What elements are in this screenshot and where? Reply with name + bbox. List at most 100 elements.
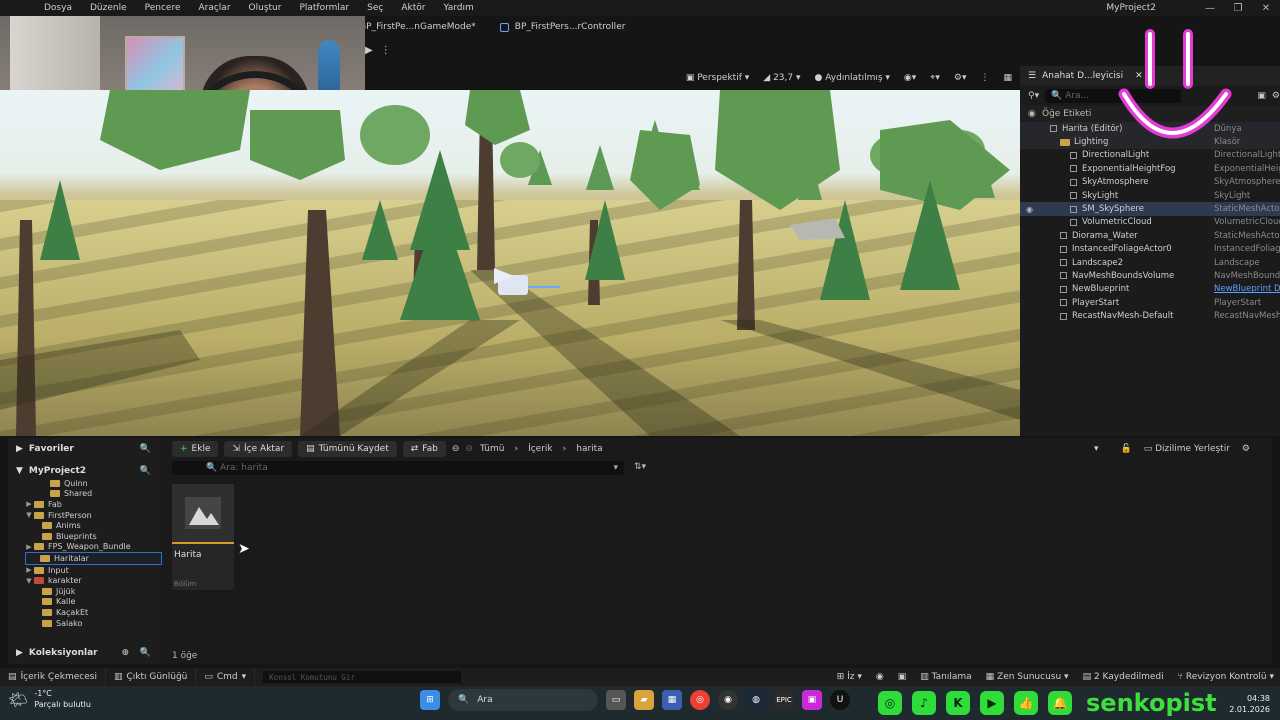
maximize-button[interactable]: ❐ <box>1224 3 1252 14</box>
add-button[interactable]: + Ekle <box>172 441 219 457</box>
lit-mode-button[interactable]: ● Aydınlatılmış ▾ <box>815 73 890 83</box>
outliner-row[interactable]: Landscape2 Landscape <box>1020 256 1280 269</box>
tab-controller[interactable]: BP_FirstPers...rController <box>499 22 625 32</box>
folder-add-icon[interactable]: ▣ <box>1257 91 1266 101</box>
cmd-dropdown[interactable]: ▭ Cmd ▾ <box>196 668 256 686</box>
menu-help[interactable]: Yardım <box>434 3 482 13</box>
filter-icon[interactable]: ⚲▾ <box>1028 91 1039 101</box>
back-icon[interactable]: ⊖ <box>452 444 460 454</box>
level-viewport[interactable] <box>0 90 1020 436</box>
folder-item[interactable]: Quinn <box>8 478 161 489</box>
content-drawer-button[interactable]: ▤ İçerik Çekmecesi <box>0 668 106 686</box>
play-icon[interactable]: ▶ <box>365 45 373 56</box>
outliner-row[interactable]: NavMeshBoundsVolume NavMeshBounds <box>1020 269 1280 282</box>
search-icon[interactable]: 🔍 <box>140 466 151 476</box>
lock-icon[interactable]: 🔓 <box>1121 444 1132 454</box>
tab-gamemode[interactable]: BP_FirstPe...nGameMode* <box>360 22 476 32</box>
camera-icon[interactable]: ▣ <box>898 672 907 682</box>
trace-dropdown[interactable]: ⊞ İz ▾ <box>837 672 862 682</box>
expand-arrow-icon[interactable]: ▶ <box>24 566 34 574</box>
trace-button[interactable]: ▥ Tanılama <box>920 672 971 682</box>
epic-icon[interactable]: EPIC <box>774 690 794 710</box>
fov-button[interactable]: ◢ 23,7 ▾ <box>763 73 800 83</box>
unsaved-button[interactable]: ▤ 2 Kaydedilmedi <box>1083 672 1164 682</box>
expand-arrow-icon[interactable]: ▶ <box>24 543 34 551</box>
outliner-row[interactable]: VolumetricCloud VolumetricCloud <box>1020 216 1280 229</box>
outliner-row[interactable]: ◉ SM_SkySphere StaticMeshActor <box>1020 202 1280 216</box>
save-all-button[interactable]: ▤ Tümünü Kaydet <box>298 441 397 457</box>
breadcrumb-harita[interactable]: harita <box>576 444 602 454</box>
folder-item[interactable]: Blueprints <box>8 531 161 542</box>
snap-icon[interactable]: ⌖▾ <box>930 73 940 83</box>
output-log-button[interactable]: ▥ Çıktı Günlüğü <box>106 668 197 686</box>
folder-item[interactable]: Anims <box>8 520 161 531</box>
menu-file[interactable]: Dosya <box>0 3 81 13</box>
outliner-row[interactable]: ExponentialHeightFog ExponentialHeigh <box>1020 162 1280 175</box>
visibility-icon[interactable]: ◉ <box>1026 205 1033 214</box>
dock-button[interactable]: ▭ Dizilime Yerleştir <box>1144 444 1230 454</box>
layout-icon[interactable]: ▦ <box>1003 73 1012 83</box>
menu-actor[interactable]: Aktör <box>392 3 434 13</box>
menu-tools[interactable]: Araçlar <box>189 3 239 13</box>
expand-arrow-icon[interactable]: ▼ <box>24 577 34 585</box>
breadcrumb-content[interactable]: İçerik <box>528 444 553 454</box>
search-dropdown-icon[interactable]: ▾ <box>613 463 618 473</box>
unreal-icon[interactable]: U <box>830 690 850 710</box>
file-explorer-icon[interactable]: ▰ <box>634 690 654 710</box>
content-search-input[interactable]: 🔍 Ara: harita ▾ <box>172 461 624 475</box>
folder-item[interactable]: KaçakEt <box>8 607 161 618</box>
folder-item[interactable]: Jüjük <box>8 586 161 597</box>
system-clock[interactable]: 04:38 2.01.2026 <box>1229 693 1270 715</box>
weather-widget[interactable]: 🌤 -1°C Parçalı bulutlu <box>8 688 91 710</box>
outliner-row[interactable]: SkyLight SkyLight <box>1020 189 1280 202</box>
folder-item[interactable]: Kalle <box>8 597 161 608</box>
search-icon[interactable]: 🔍 <box>140 648 151 658</box>
menu-edit[interactable]: Düzenle <box>81 3 136 13</box>
expand-arrow-icon[interactable]: ▼ <box>24 511 34 519</box>
path-dropdown-icon[interactable]: ▾ <box>1094 444 1099 454</box>
outliner-row[interactable]: Diorama_Water StaticMeshActor <box>1020 229 1280 242</box>
content-settings-icon[interactable]: ⚙ <box>1242 444 1250 454</box>
folder-item[interactable]: Haritalar <box>25 552 162 565</box>
menu-select[interactable]: Seç <box>358 3 392 13</box>
folder-item[interactable]: ▶ Fab <box>8 499 161 510</box>
settings-icon[interactable]: ⚙▾ <box>954 73 967 83</box>
folder-item[interactable]: Salako <box>8 618 161 629</box>
breadcrumb-all[interactable]: Tümü <box>480 444 504 454</box>
outliner-row[interactable]: PlayerStart PlayerStart <box>1020 296 1280 309</box>
folder-item[interactable]: ▶ FPS_Weapon_Bundle <box>8 542 161 553</box>
minimize-button[interactable]: — <box>1196 3 1224 14</box>
windows-start-icon[interactable]: ⊞ <box>420 690 440 710</box>
folder-item[interactable]: ▼ karakter <box>8 575 161 586</box>
show-icon[interactable]: ◉▾ <box>904 73 916 83</box>
menu-build[interactable]: Oluştur <box>240 3 291 13</box>
add-collection-icon[interactable]: ⊕ <box>121 648 129 658</box>
menu-window[interactable]: Pencere <box>136 3 190 13</box>
collections-section[interactable]: ▶ Koleksiyonlar 🔍 ⊕ <box>8 642 161 664</box>
task-view-icon[interactable]: ▭ <box>606 690 626 710</box>
menu-platforms[interactable]: Platformlar <box>290 3 358 13</box>
fab-button[interactable]: ⇄ Fab <box>402 441 446 457</box>
console-input[interactable]: Konsol Komutunu Gir <box>263 671 462 683</box>
outliner-row[interactable]: RecastNavMesh-Default RecastNavMesh <box>1020 309 1280 322</box>
github-icon[interactable]: ◉ <box>718 690 738 710</box>
viewport-more-icon[interactable]: ⋮ <box>980 73 989 83</box>
outliner-row[interactable]: SkyAtmosphere SkyAtmosphere <box>1020 176 1280 189</box>
forward-icon[interactable]: ⊖ <box>465 444 473 454</box>
outliner-row[interactable]: InstancedFoliageActor0 InstancedFoliage <box>1020 243 1280 256</box>
app-icon[interactable]: ▣ <box>802 690 822 710</box>
expand-arrow-icon[interactable]: ▶ <box>24 500 34 508</box>
search-icon[interactable]: 🔍 <box>140 444 151 454</box>
folder-item[interactable]: ▶ Input <box>8 565 161 576</box>
revision-control-button[interactable]: ⑂ Revizyon Kontrolü ▾ <box>1178 672 1274 682</box>
sort-icon[interactable]: ⇅▾ <box>634 462 646 472</box>
perspective-button[interactable]: ▣ Perspektif ▾ <box>686 73 749 83</box>
more-options-icon[interactable]: ⋮ <box>381 45 391 56</box>
taskbar-search[interactable]: 🔍 Ara <box>448 689 598 711</box>
favorites-section[interactable]: ▶ Favoriler 🔍 <box>8 438 161 460</box>
store-icon[interactable]: ▦ <box>662 690 682 710</box>
import-button[interactable]: ⇲ İçe Aktar <box>224 441 293 457</box>
outliner-row[interactable]: NewBlueprint NewBlueprint Dü <box>1020 283 1280 296</box>
asset-tile[interactable]: Harita Bölüm <box>172 484 234 590</box>
steam-icon[interactable]: ◍ <box>746 690 766 710</box>
